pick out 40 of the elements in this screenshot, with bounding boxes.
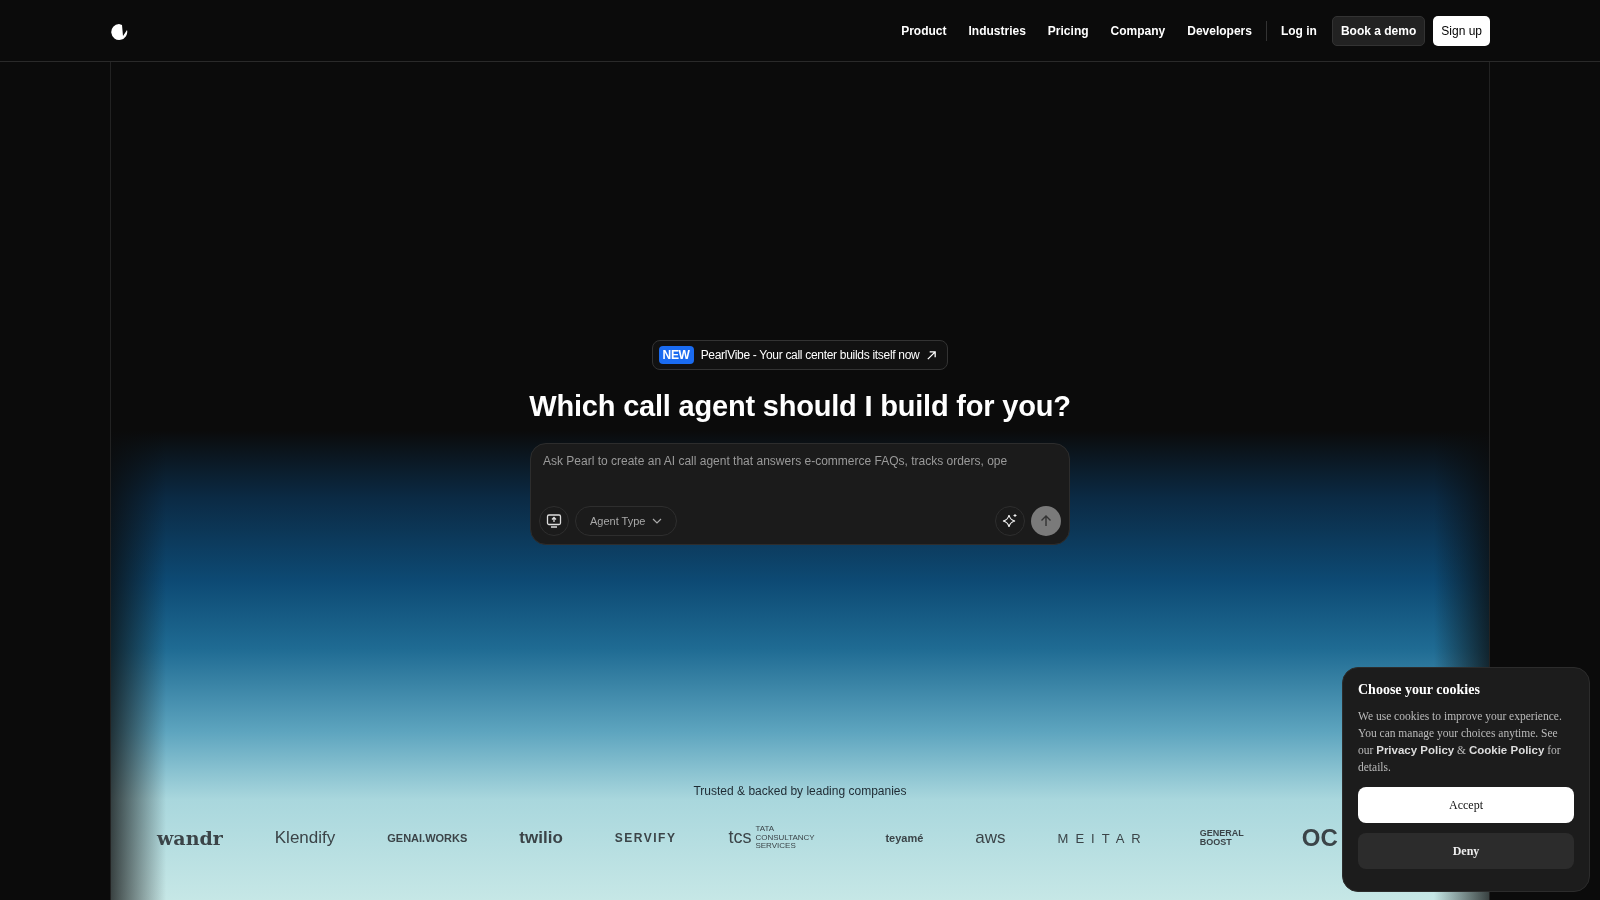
company-logo: GENERAL BOOST bbox=[1199, 829, 1245, 847]
hero-heading: Which call agent should I build for you? bbox=[529, 390, 1071, 423]
prompt-box[interactable]: Ask Pearl to create an AI call agent that answers e-commerce FAQs, tracks orders, ope Agent Type bbox=[530, 443, 1070, 545]
company-logo: wandr bbox=[157, 827, 223, 849]
company-logo: teyamé bbox=[885, 832, 924, 844]
send-button[interactable] bbox=[1031, 506, 1061, 536]
nav-link[interactable]: Company bbox=[1099, 17, 1177, 44]
signup-button[interactable]: Sign up bbox=[1433, 15, 1490, 46]
upload-screen-button[interactable] bbox=[539, 506, 569, 536]
accept-button[interactable]: Accept bbox=[1358, 787, 1574, 823]
nav-link[interactable]: Developers bbox=[1176, 17, 1263, 44]
policy-link[interactable]: Privacy Policy bbox=[1376, 744, 1455, 756]
cookie-title: Choose your cookies bbox=[1358, 682, 1481, 698]
announcement-text: PearlVibe - Your call center builds itself now bbox=[700, 348, 920, 362]
policy-link[interactable]: Cookie Policy bbox=[1468, 744, 1545, 756]
login-link[interactable]: Log in bbox=[1269, 17, 1328, 44]
trusted-caption: Trusted & backed by leading companies bbox=[693, 784, 907, 798]
screen-upload-icon bbox=[546, 513, 562, 529]
company-logo: MEITAR bbox=[1057, 830, 1148, 846]
arrow-up-icon bbox=[1039, 514, 1053, 528]
prompt-input[interactable]: Ask Pearl to create an AI call agent that answers e-commerce FAQs, tracks orders, ope bbox=[539, 454, 1061, 506]
chevron-down-icon bbox=[652, 518, 663, 524]
nav-link[interactable]: Product bbox=[890, 17, 958, 44]
agent-type-dropdown[interactable]: Agent Type bbox=[575, 506, 678, 536]
new-tag: NEW bbox=[658, 346, 694, 364]
company-logo: GENAI.WORKS bbox=[387, 832, 468, 844]
deny-button[interactable]: Deny bbox=[1358, 833, 1574, 869]
book-demo-button[interactable]: Book a demo bbox=[1331, 15, 1426, 46]
arrow-icon bbox=[926, 349, 938, 361]
company-logo: OC bbox=[1301, 824, 1338, 852]
company-logo: twilio bbox=[519, 828, 563, 848]
company-logo: aws bbox=[975, 828, 1006, 848]
sparkle-button[interactable] bbox=[995, 506, 1025, 536]
announcement-badge[interactable]: NEW PearlVibe - Your call center builds itself now bbox=[651, 340, 949, 370]
nav-link[interactable]: Pricing bbox=[1036, 17, 1100, 44]
company-logo: Klendify bbox=[274, 828, 336, 848]
sparkle-icon bbox=[1002, 513, 1018, 529]
company-logo: SERVIFY bbox=[614, 831, 677, 845]
nav-link[interactable]: Industries bbox=[957, 17, 1037, 44]
cookie-text: We use cookies to improve your experience. You can manage your choices anytime. See our Privacy Policy & Cookie Policy for details. bbox=[1358, 709, 1563, 775]
